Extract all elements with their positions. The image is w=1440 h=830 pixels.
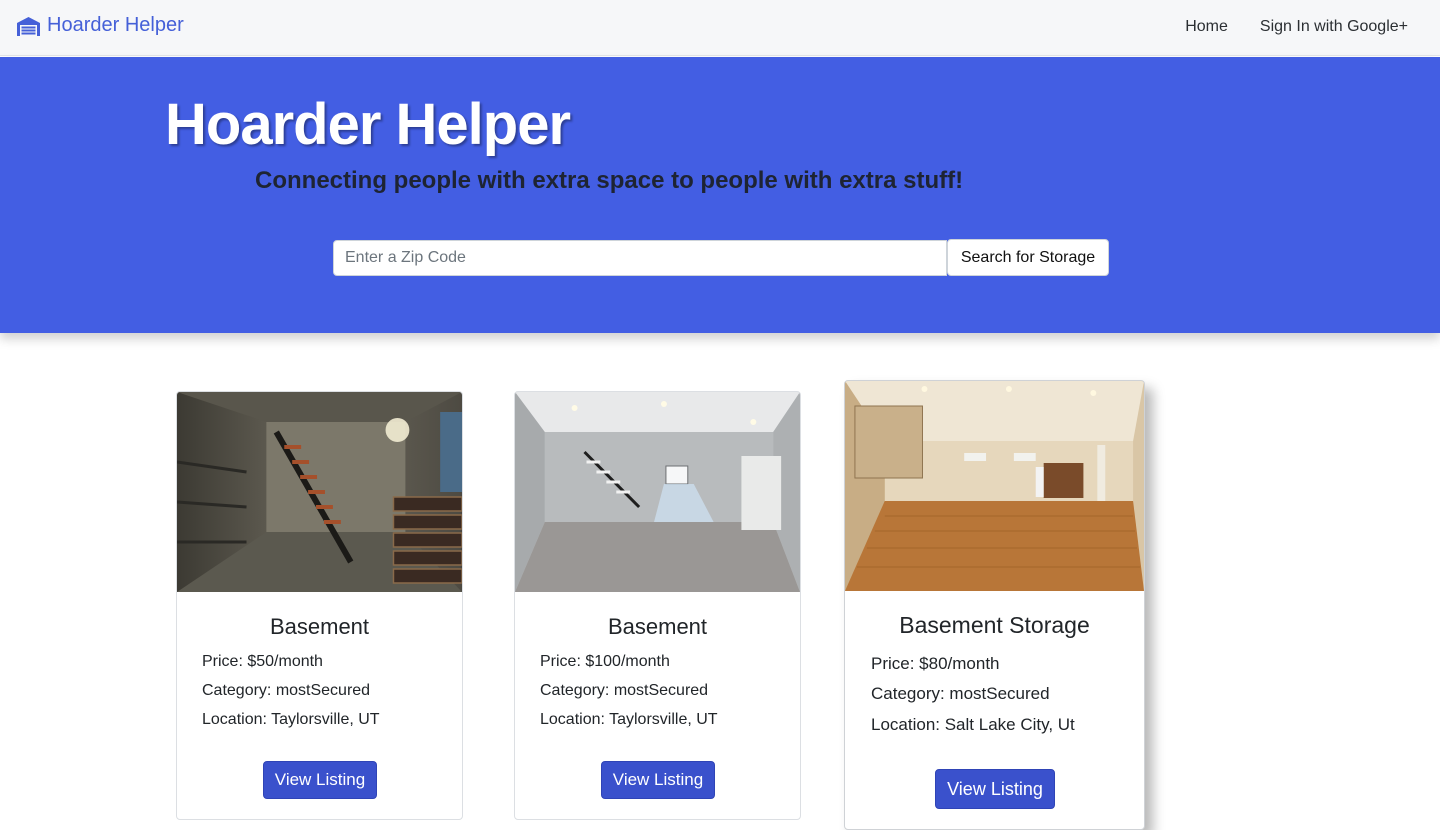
view-listing-button[interactable]: View Listing xyxy=(601,761,715,799)
listing-title: Basement xyxy=(607,614,708,639)
listing-category: Category: mostSecured xyxy=(540,682,709,699)
listing-title: Basement Storage xyxy=(899,612,1090,638)
listing-title: Basement xyxy=(269,614,370,639)
listing-image xyxy=(845,381,1144,591)
listing-image xyxy=(515,392,800,592)
hero-title: Hoarder Helper xyxy=(165,92,571,157)
listing-category: Category: mostSecured xyxy=(871,684,1050,703)
listing-card: Basement Price: $50/month Category: most… xyxy=(176,391,463,820)
hero-banner: Hoarder Helper Connecting people with ex… xyxy=(0,57,1440,333)
listing-price: Price: $80/month xyxy=(871,654,1000,673)
zip-code-input[interactable] xyxy=(333,240,947,276)
view-listing-button[interactable]: View Listing xyxy=(935,769,1055,809)
listing-price: Price: $50/month xyxy=(202,653,323,670)
listing-location: Location: Taylorsville, UT xyxy=(540,711,718,728)
listing-location: Location: Taylorsville, UT xyxy=(202,711,380,728)
nav-sign-in-link[interactable]: Sign In with Google+ xyxy=(1260,18,1408,36)
brand-label: Hoarder Helper xyxy=(47,14,184,36)
view-listing-button[interactable]: View Listing xyxy=(263,761,377,799)
listing-location: Location: Salt Lake City, Ut xyxy=(871,715,1075,734)
listing-card-featured: Basement Storage Price: $80/month Catego… xyxy=(844,380,1145,830)
listing-category: Category: mostSecured xyxy=(202,682,371,699)
nav-home-link[interactable]: Home xyxy=(1185,18,1228,36)
hero-subtitle: Connecting people with extra space to pe… xyxy=(255,167,964,194)
listing-image xyxy=(177,392,462,592)
brand-link[interactable]: Hoarder Helper xyxy=(16,14,184,37)
search-form: Search for Storage xyxy=(333,239,1109,276)
listing-price: Price: $100/month xyxy=(540,653,670,670)
nav-links: Home Sign In with Google+ xyxy=(1185,18,1408,36)
listing-card: Basement Price: $100/month Category: mos… xyxy=(514,391,801,820)
navbar: Hoarder Helper Home Sign In with Google+ xyxy=(0,0,1440,56)
search-storage-button[interactable]: Search for Storage xyxy=(947,239,1109,276)
garage-icon xyxy=(16,16,41,36)
